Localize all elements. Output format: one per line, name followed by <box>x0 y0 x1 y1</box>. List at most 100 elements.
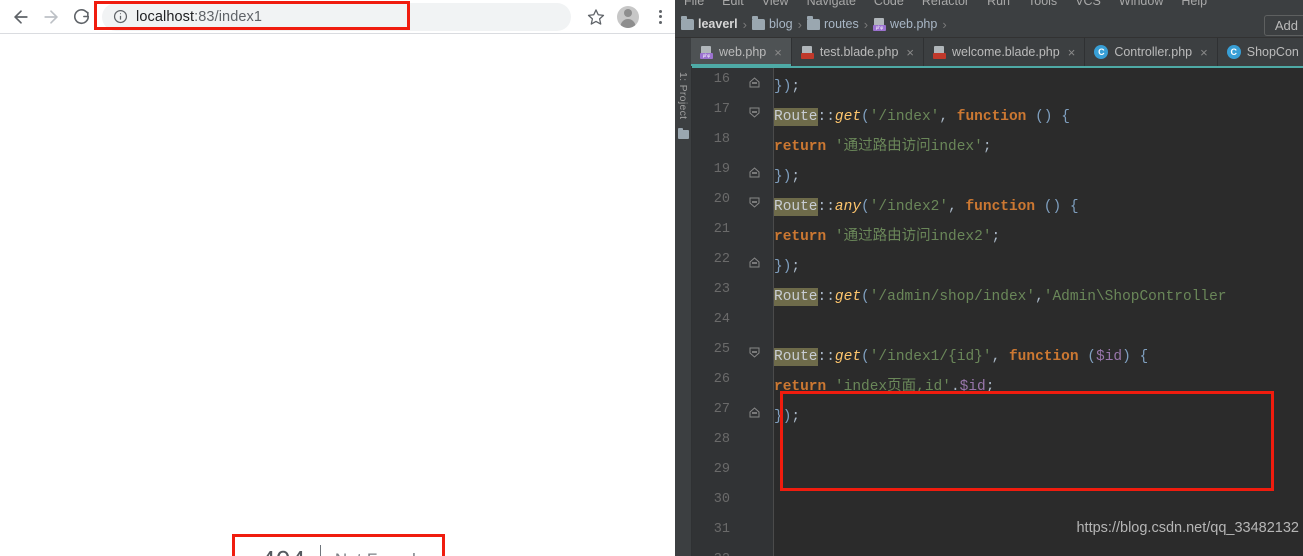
code-fold-end-icon[interactable] <box>749 167 760 178</box>
breadcrumb-item-web-php[interactable]: php web.php <box>873 17 937 31</box>
code-token: ( <box>861 289 870 305</box>
menu-item-refactor[interactable]: Refactor <box>913 0 978 8</box>
menu-item-code[interactable]: Code <box>865 0 913 8</box>
line-number: 30 <box>713 492 730 507</box>
reload-icon[interactable] <box>66 2 96 32</box>
menu-item-vcs[interactable]: VCS <box>1066 0 1110 8</box>
sidebar-item-project[interactable]: 1: Project <box>677 72 689 119</box>
close-icon[interactable]: × <box>1068 45 1076 60</box>
folder-icon <box>806 16 820 30</box>
star-icon[interactable] <box>581 2 611 32</box>
code-token: :: <box>817 109 835 125</box>
menu-item-navigate[interactable]: Navigate <box>798 0 865 8</box>
three-dots-menu-icon[interactable] <box>645 2 675 32</box>
phpstorm-ide-window: File Edit View Navigate Code Refactor Run Tools… <box>675 0 1303 556</box>
omnibox-wrapper: localhost:83/index1 <box>102 2 571 31</box>
code-token: ( <box>861 349 870 365</box>
menu-item-view[interactable]: View <box>753 0 798 8</box>
code-token: return <box>774 229 827 245</box>
code-token: '/admin/shop/index' <box>869 289 1036 305</box>
code-line: return '通过路由访问index'; <box>774 132 992 162</box>
code-token: ) <box>1122 349 1131 365</box>
menu-item-window[interactable]: Window <box>1110 0 1172 8</box>
code-fold-start-icon[interactable] <box>749 347 760 358</box>
code-token: function <box>1008 349 1079 365</box>
menu-item-help[interactable]: Help <box>1172 0 1216 8</box>
breadcrumb: leaverl › blog › routes › php web.php › Add <box>675 11 1303 38</box>
line-number: 21 <box>713 222 730 237</box>
code-token: function <box>956 109 1027 125</box>
breadcrumb-item-blog[interactable]: blog <box>751 16 793 31</box>
code-line: Route::any('/index2', function () { <box>774 192 1079 222</box>
line-number: 22 <box>713 252 730 267</box>
code-token: 'index页面,id' <box>834 379 951 395</box>
forward-icon[interactable] <box>36 2 66 32</box>
add-button[interactable]: Add <box>1263 15 1303 36</box>
tab-shopcon[interactable]: C ShopCon <box>1218 38 1303 66</box>
address-bar[interactable]: localhost:83/index1 <box>102 2 571 31</box>
breadcrumb-item-leaverl[interactable]: leaverl <box>681 16 738 31</box>
line-number: 26 <box>713 372 730 387</box>
line-number: 31 <box>713 522 730 537</box>
tab-welcome-blade-php[interactable]: welcome.blade.php × <box>924 38 1086 66</box>
code-token: , <box>991 349 1009 365</box>
url-path: :83/index1 <box>194 8 263 25</box>
code-token: ; <box>791 409 801 425</box>
screenshot-root: localhost:83/index1 404 Not Found <box>0 0 1303 556</box>
avatar[interactable] <box>611 2 645 32</box>
code-token: { <box>1061 109 1070 125</box>
code-fold-start-icon[interactable] <box>749 107 760 118</box>
code-fold-end-icon[interactable] <box>749 77 760 88</box>
line-number: 27 <box>713 402 730 417</box>
code-fold-end-icon[interactable] <box>749 257 760 268</box>
close-icon[interactable]: × <box>774 45 782 60</box>
code-fold-end-icon[interactable] <box>749 407 760 418</box>
code-token: ( <box>861 199 870 215</box>
folder-icon <box>681 16 694 30</box>
breadcrumb-label: blog <box>768 17 793 31</box>
ide-menu-items[interactable]: File Edit View Navigate Code Refactor Run Tools… <box>675 0 1216 8</box>
code-token: get <box>834 109 862 125</box>
line-number: 20 <box>713 192 730 207</box>
line-number: 18 <box>713 132 730 147</box>
info-circle-icon[interactable] <box>110 7 130 27</box>
tool-window-strip: 1: Project <box>675 66 692 556</box>
code-line: Route::get('/index', function () { <box>774 102 1070 132</box>
tab-controller-php[interactable]: C Controller.php × <box>1085 38 1218 66</box>
tab-test-blade-php[interactable]: test.blade.php × <box>792 38 924 66</box>
code-token: 'Admin\ShopController <box>1043 289 1227 305</box>
close-icon[interactable]: × <box>906 45 914 60</box>
breadcrumb-item-routes[interactable]: routes <box>806 16 859 31</box>
menu-item-file[interactable]: File <box>675 0 713 8</box>
code-fold-start-icon[interactable] <box>749 197 760 208</box>
menu-item-edit[interactable]: Edit <box>713 0 753 8</box>
close-icon[interactable]: × <box>1200 45 1208 60</box>
code-token: any <box>834 199 862 215</box>
breadcrumb-separator: › <box>797 16 802 32</box>
back-icon[interactable] <box>6 2 36 32</box>
menu-item-tools[interactable]: Tools <box>1019 0 1066 8</box>
code-token: Route <box>774 288 818 306</box>
code-token: } <box>774 169 783 185</box>
code-token: . <box>950 379 960 395</box>
page-viewport: 404 Not Found <box>0 34 675 556</box>
csdn-watermark: https://blog.csdn.net/qq_33482132 <box>1076 520 1299 536</box>
blade-file-icon <box>800 45 814 59</box>
code-editor[interactable]: 1617181920212223242526272829303132 });Ro… <box>692 66 1303 556</box>
code-token: ; <box>991 229 1001 245</box>
code-token: $id <box>959 379 986 395</box>
tab-label: web.php <box>719 45 767 59</box>
code-token: , <box>1035 289 1044 305</box>
error-404-box: 404 Not Found <box>232 534 445 556</box>
code-token: ; <box>982 139 992 155</box>
menu-item-run[interactable]: Run <box>978 0 1019 8</box>
code-line: }); <box>774 72 800 102</box>
code-token: return <box>774 139 827 155</box>
tab-web-php[interactable]: php web.php × <box>691 38 792 66</box>
code-token: '/index2' <box>869 199 949 215</box>
